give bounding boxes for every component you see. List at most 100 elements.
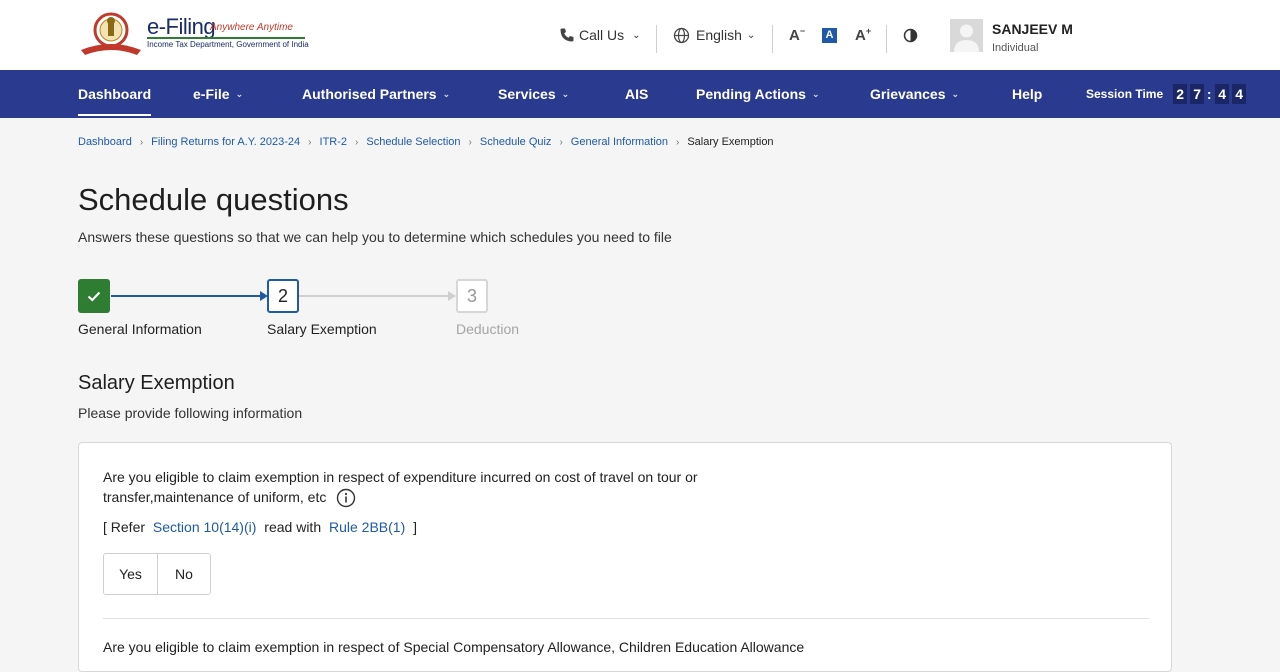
session-digit: 2 — [1173, 84, 1188, 104]
phone-icon — [560, 28, 574, 42]
chevron-right-icon: › — [468, 136, 472, 148]
increase-font-button[interactable]: A+ — [855, 0, 871, 70]
font-increase-icon: A+ — [855, 26, 872, 44]
question-text: Are you eligible to claim exemption in r… — [103, 639, 805, 655]
nav-label: e-File — [193, 86, 230, 102]
nav-label: Services — [498, 86, 556, 102]
page-title: Schedule questions — [78, 182, 349, 217]
step-number: 2 — [277, 285, 288, 306]
chevron-right-icon: › — [676, 136, 680, 148]
nav-authorised-partners[interactable]: Authorised Partners ⌄ — [302, 70, 450, 118]
brand-subtitle: Income Tax Department, Government of Ind… — [147, 40, 309, 49]
session-digit: 4 — [1232, 84, 1247, 104]
question-label: Are you eligible to claim exemption in r… — [103, 469, 698, 505]
call-us-label: Call Us — [579, 27, 625, 43]
nav-ais[interactable]: AIS — [625, 70, 648, 118]
page-subtitle: Answers these questions so that we can h… — [78, 229, 672, 245]
chevron-down-icon: ⌄ — [951, 88, 960, 99]
chevron-down-icon: ⌄ — [746, 29, 756, 41]
user-name[interactable]: SANJEEV M — [992, 21, 1073, 37]
question-card: Are you eligible to claim exemption in r… — [78, 442, 1172, 672]
nav-label: Pending Actions — [696, 86, 806, 102]
reference-line: [ Refer Section 10(14)(i) read with Rule… — [103, 519, 417, 535]
section-title: Salary Exemption — [78, 372, 235, 394]
step-connector-todo — [299, 295, 449, 297]
yes-no-toggle: Yes No — [103, 553, 211, 595]
section-link[interactable]: Section 10(14)(i) — [153, 519, 257, 535]
checkmark-icon — [87, 291, 101, 302]
info-icon[interactable] — [336, 488, 356, 508]
chevron-right-icon: › — [139, 136, 144, 148]
breadcrumb-dashboard[interactable]: Dashboard — [78, 136, 132, 148]
brand-underline — [147, 37, 305, 39]
user-role: Individual — [992, 42, 1039, 54]
brand-tagline: Anywhere Anytime — [210, 22, 293, 33]
user-icon — [954, 24, 979, 52]
nav-dashboard[interactable]: Dashboard — [78, 70, 152, 118]
globe-icon — [673, 27, 690, 43]
font-normal-icon: A — [822, 27, 837, 43]
contrast-toggle[interactable] — [903, 0, 918, 70]
breadcrumb: Dashboard › Filing Returns for A.Y. 2023… — [78, 134, 774, 150]
no-button[interactable]: No — [157, 554, 210, 594]
language-label: English — [696, 27, 742, 43]
contrast-icon — [903, 28, 918, 42]
step-deduction[interactable]: 3 — [456, 279, 488, 313]
language-selector[interactable]: English ⌄ — [673, 0, 755, 70]
decrease-font-button[interactable]: A− — [789, 0, 805, 70]
step-salary-exemption[interactable]: 2 — [267, 279, 299, 313]
avatar[interactable] — [950, 19, 983, 52]
divider — [656, 25, 657, 53]
session-colon: : — [1206, 86, 1212, 102]
step-connector-done — [111, 295, 261, 297]
nav-efile[interactable]: e-File ⌄ — [193, 70, 243, 118]
divider — [886, 25, 887, 53]
question-text: Are you eligible to claim exemption in r… — [103, 467, 723, 508]
nav-label: AIS — [625, 86, 649, 102]
yes-button[interactable]: Yes — [104, 554, 157, 594]
session-digit: 4 — [1215, 84, 1230, 104]
chevron-right-icon: › — [308, 136, 312, 148]
nav-label: Authorised Partners — [302, 86, 437, 102]
nav-grievances[interactable]: Grievances ⌄ — [870, 70, 959, 118]
normal-font-button[interactable]: A — [822, 0, 837, 70]
session-label: Session Time — [1086, 87, 1164, 101]
nav-label: Grievances — [870, 86, 946, 102]
nav-help[interactable]: Help — [1012, 70, 1042, 118]
chevron-down-icon: ⌄ — [632, 29, 641, 41]
national-emblem-logo — [81, 12, 141, 55]
breadcrumb-itr2[interactable]: ITR-2 — [320, 136, 348, 148]
refer-mid: read with — [264, 519, 322, 535]
step-label: Salary Exemption — [267, 321, 377, 337]
nav-services[interactable]: Services ⌄ — [498, 70, 569, 118]
chevron-down-icon: ⌄ — [442, 88, 451, 99]
step-number: 3 — [466, 285, 477, 306]
breadcrumb-schedule-quiz[interactable]: Schedule Quiz — [480, 136, 552, 148]
chevron-down-icon: ⌄ — [561, 88, 570, 99]
session-digit: 7 — [1190, 84, 1205, 104]
breadcrumb-filing-returns[interactable]: Filing Returns for A.Y. 2023-24 — [151, 136, 300, 148]
call-us-menu[interactable]: Call Us ⌄ — [559, 0, 641, 70]
breadcrumb-general-information[interactable]: General Information — [571, 136, 668, 148]
breadcrumb-current: Salary Exemption — [687, 136, 774, 148]
efiling-logo[interactable]: e-Filing Anywhere Anytime Income Tax Dep… — [79, 10, 309, 58]
refer-close: ] — [413, 519, 418, 535]
refer-open: [ Refer — [103, 519, 146, 535]
top-header: e-Filing Anywhere Anytime Income Tax Dep… — [0, 0, 1280, 70]
step-label: Deduction — [456, 321, 520, 337]
font-decrease-icon: A− — [789, 26, 806, 44]
breadcrumb-schedule-selection[interactable]: Schedule Selection — [366, 136, 460, 148]
step-label: General Information — [78, 321, 202, 337]
nav-pending-actions[interactable]: Pending Actions ⌄ — [696, 70, 819, 118]
main-nav: Dashboard e-File ⌄ Authorised Partners ⌄… — [0, 70, 1280, 118]
step-general-information[interactable] — [78, 279, 110, 313]
divider — [103, 618, 1149, 619]
nav-label: Help — [1012, 86, 1043, 102]
chevron-right-icon: › — [355, 136, 359, 148]
divider — [772, 25, 773, 53]
rule-link[interactable]: Rule 2BB(1) — [329, 519, 405, 535]
section-subtitle: Please provide following information — [78, 405, 303, 421]
chevron-down-icon: ⌄ — [811, 88, 820, 99]
nav-label: Dashboard — [78, 86, 152, 102]
session-timer: Session Time 2 7 : 4 4 — [1086, 70, 1247, 118]
